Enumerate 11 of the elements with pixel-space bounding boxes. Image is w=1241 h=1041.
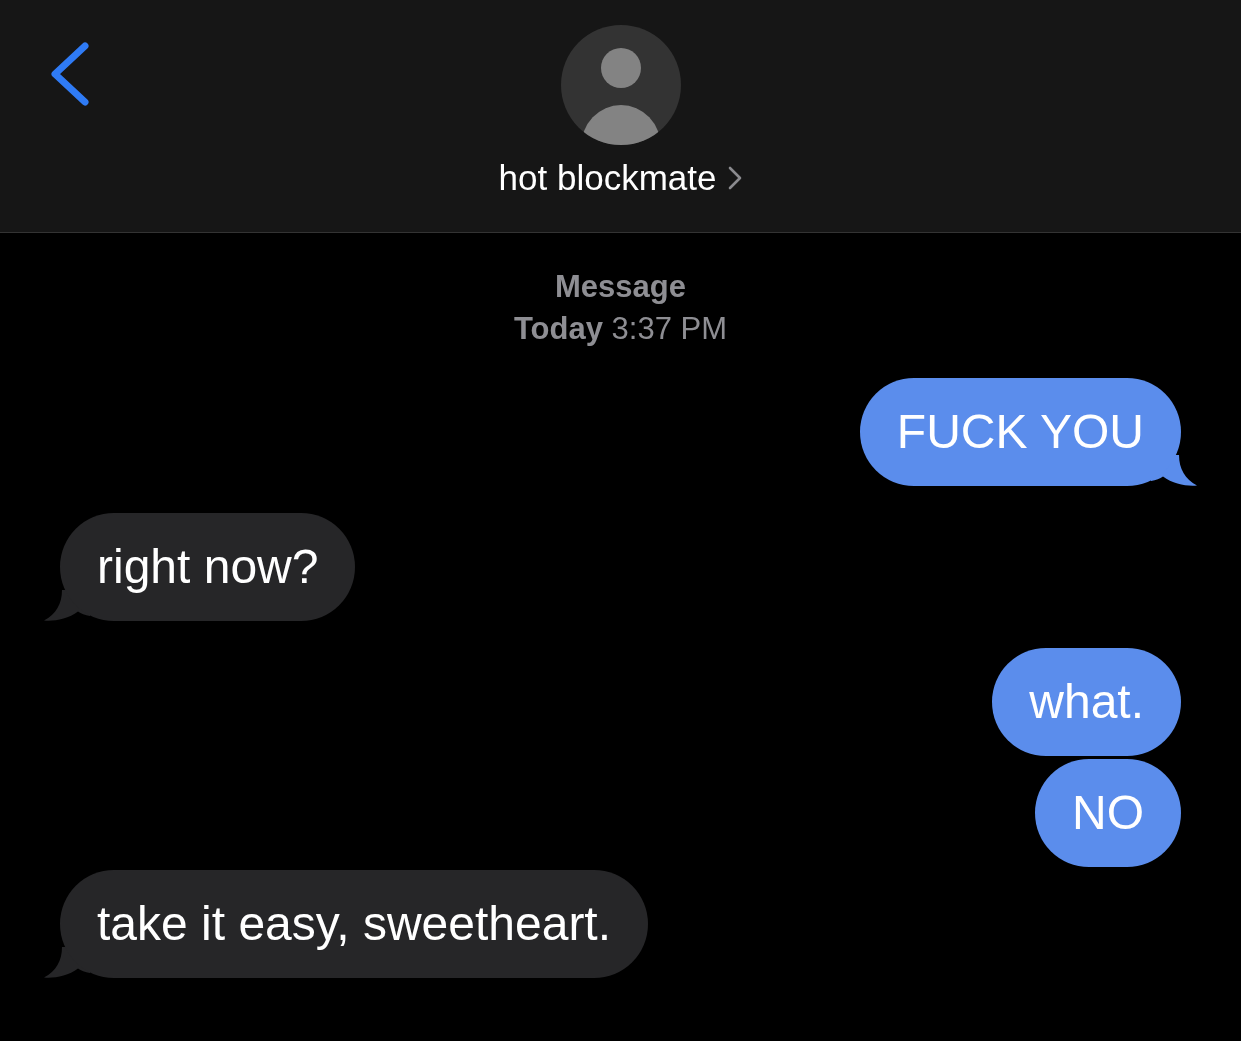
sent-message-bubble: what. xyxy=(992,648,1181,756)
sent-message-bubble: FUCK YOU xyxy=(859,378,1181,486)
service-label: Message xyxy=(555,268,686,306)
chevron-right-icon xyxy=(728,166,743,190)
avatar-silhouette-icon[interactable] xyxy=(560,25,681,145)
timestamp-label: Today 3:37 PM xyxy=(513,310,728,348)
received-message-bubble: take it easy, sweetheart. xyxy=(60,870,649,978)
back-chevron-icon xyxy=(50,42,90,106)
sent-message-bubble: NO xyxy=(1035,759,1181,867)
contact-name-button[interactable]: hot blockmate xyxy=(498,155,743,201)
received-message-bubble: right now? xyxy=(60,513,356,621)
